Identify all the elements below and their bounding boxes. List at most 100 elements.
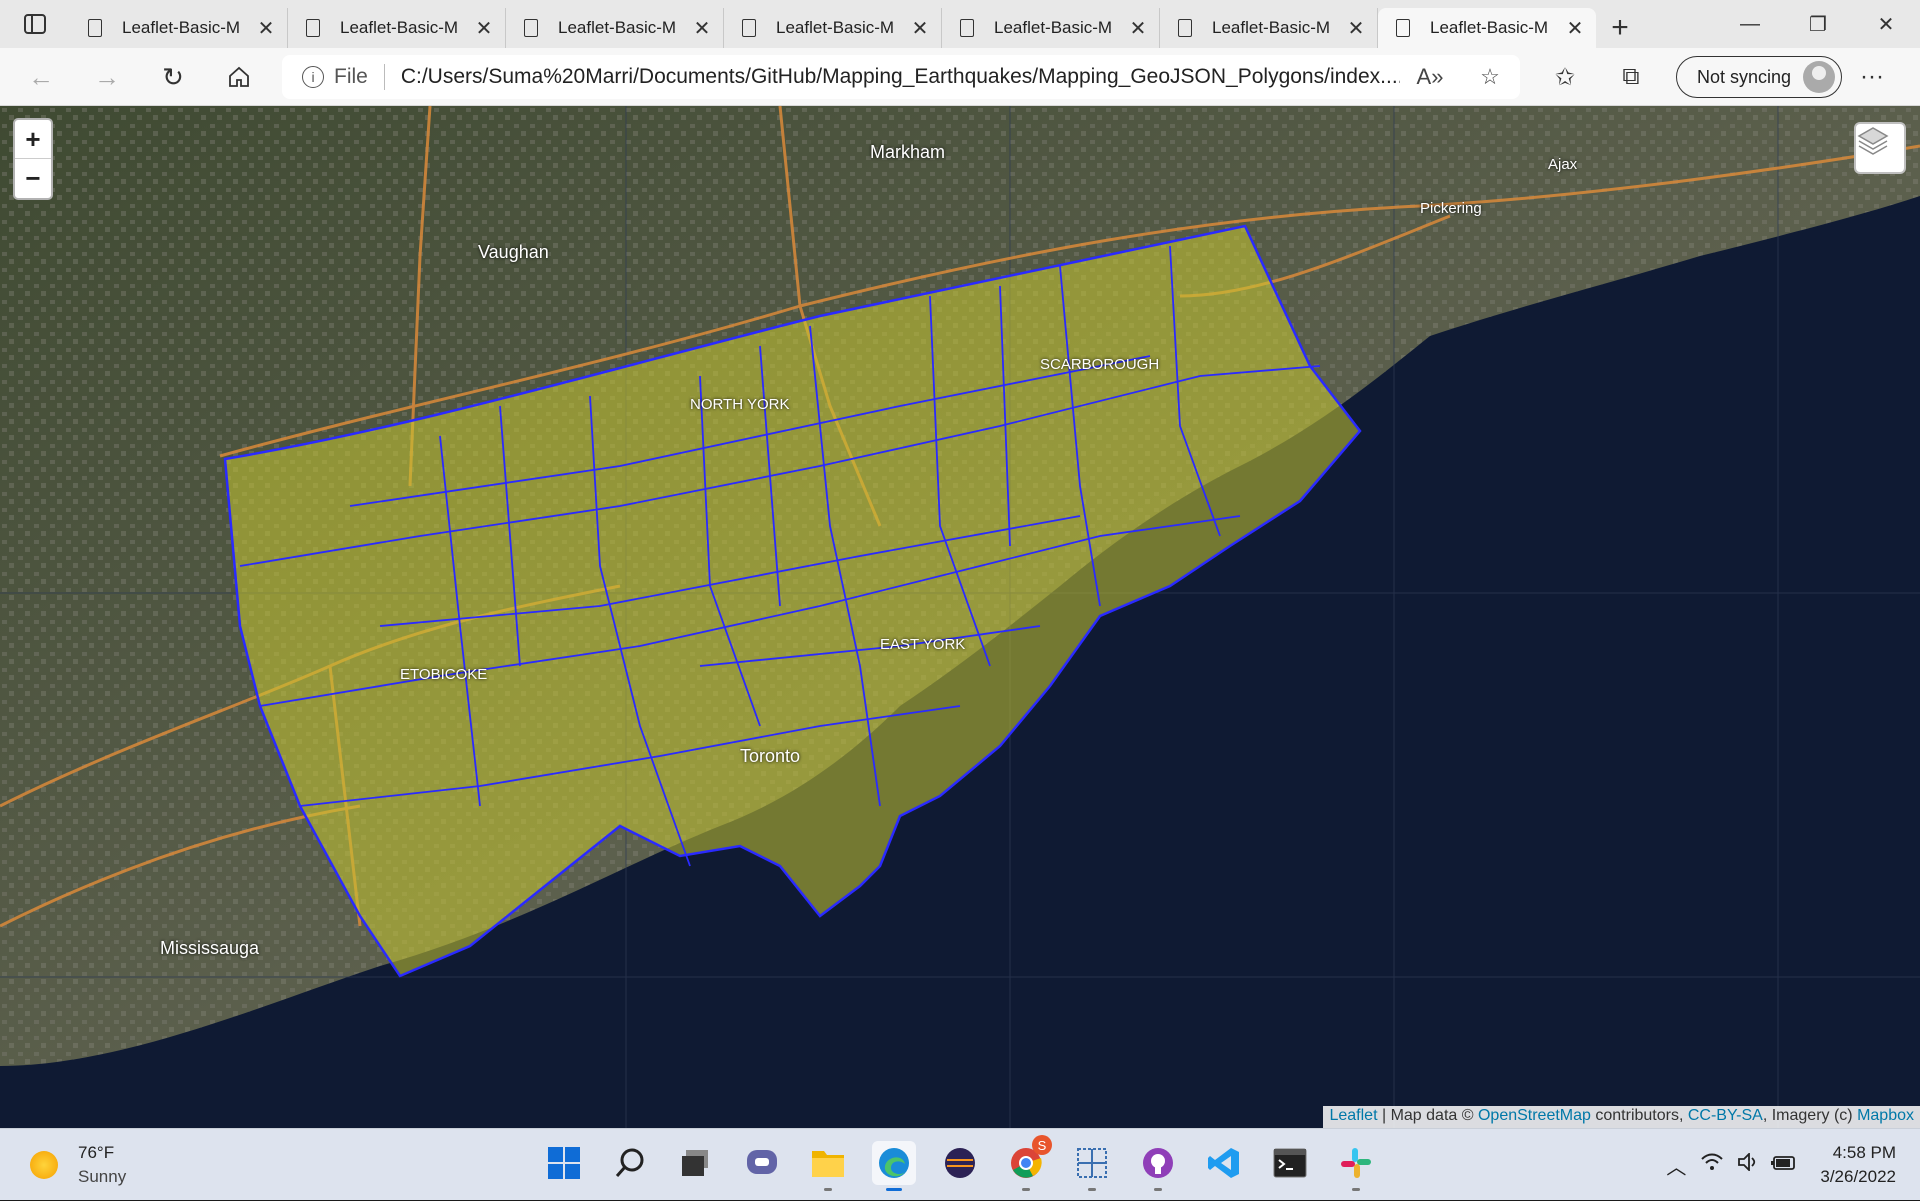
- tab-title: Leaflet-Basic-M: [1212, 18, 1331, 37]
- map-label-vaughan: Vaughan: [478, 242, 549, 262]
- browser-tab[interactable]: Leaflet-Basic-M ✕: [724, 8, 942, 48]
- home-icon: [229, 66, 249, 87]
- system-tray: ︿ 4:58 PM 3/26/2022: [1658, 1129, 1920, 1201]
- teams-chat-icon[interactable]: [740, 1141, 784, 1185]
- wifi-icon[interactable]: [1694, 1153, 1730, 1177]
- attribution-text: | Map data ©: [1377, 1107, 1478, 1124]
- battery-icon[interactable]: [1766, 1154, 1802, 1177]
- map-label-pickering: Pickering: [1420, 200, 1482, 217]
- browser-tab[interactable]: Leaflet-Basic-M ✕: [288, 8, 506, 48]
- refresh-button[interactable]: ↻: [142, 48, 204, 106]
- close-tab-icon[interactable]: ✕: [909, 16, 931, 41]
- minimize-button[interactable]: —: [1716, 0, 1784, 48]
- chevron-up-icon[interactable]: ︿: [1658, 1151, 1694, 1180]
- tab-strip: Leaflet-Basic-M ✕ Leaflet-Basic-M ✕ Leafle…: [0, 0, 1920, 48]
- edge-icon[interactable]: [872, 1141, 916, 1191]
- map-label-markham: Markham: [870, 142, 946, 162]
- browser-tab[interactable]: Leaflet-Basic-M ✕: [1160, 8, 1378, 48]
- snipping-tool-icon[interactable]: [1070, 1141, 1114, 1191]
- browser-tab-active[interactable]: Leaflet-Basic-M ✕: [1378, 8, 1596, 48]
- window-controls: — ❐ ✕: [1716, 0, 1920, 48]
- vscode-icon[interactable]: [1202, 1141, 1246, 1185]
- collections-icon[interactable]: ⧉: [1598, 48, 1664, 106]
- running-indicator: [886, 1188, 902, 1191]
- map-label-toronto: Toronto: [740, 746, 801, 766]
- clock-time: 4:58 PM: [1832, 1143, 1896, 1162]
- back-button[interactable]: ←: [10, 48, 72, 106]
- terminal-icon[interactable]: [1268, 1141, 1312, 1185]
- close-tab-icon[interactable]: ✕: [255, 16, 277, 41]
- layers-control-button[interactable]: [1854, 122, 1906, 174]
- github-desktop-icon[interactable]: [1136, 1141, 1180, 1191]
- divider: [383, 64, 385, 90]
- url-text[interactable]: C:/Users/Suma%20Marri/Documents/GitHub/M…: [401, 65, 1400, 89]
- browser-toolbar: ← → ↻ i File C:/Users/Suma%20Marri/Docum…: [0, 48, 1920, 106]
- tab-actions-icon: [24, 14, 46, 34]
- scheme-label: File: [334, 65, 368, 88]
- slack-icon[interactable]: [1334, 1141, 1378, 1191]
- document-icon: [88, 19, 102, 37]
- profile-button[interactable]: Not syncing: [1676, 56, 1843, 98]
- map-label-east-york: EAST YORK: [880, 636, 966, 653]
- chrome-icon[interactable]: S: [1004, 1135, 1052, 1191]
- weather-widget[interactable]: 76°F Sunny: [30, 1143, 126, 1187]
- more-menu-icon[interactable]: ···: [1842, 63, 1902, 91]
- leaflet-map[interactable]: Markham Vaughan Toronto Mississauga Pick…: [0, 106, 1920, 1128]
- tab-title: Leaflet-Basic-M: [994, 18, 1113, 37]
- zoom-control: + −: [13, 118, 53, 200]
- restore-button[interactable]: ❐: [1784, 0, 1852, 48]
- leaflet-link[interactable]: Leaflet: [1329, 1107, 1377, 1124]
- browser-tab[interactable]: Leaflet-Basic-M ✕: [70, 8, 288, 48]
- site-info-icon[interactable]: i: [302, 66, 324, 88]
- task-view-icon[interactable]: [674, 1141, 718, 1185]
- osm-link[interactable]: OpenStreetMap: [1478, 1107, 1591, 1124]
- running-indicator: [824, 1188, 832, 1191]
- forward-button[interactable]: →: [76, 48, 138, 106]
- map-label-etobicoke: ETOBICOKE: [400, 666, 488, 683]
- taskbar: 76°F Sunny S ︿ 4:58 PM 3/26/2022: [0, 1128, 1920, 1200]
- document-icon: [960, 19, 974, 37]
- home-button[interactable]: [208, 48, 270, 106]
- zoom-out-button[interactable]: −: [15, 159, 51, 198]
- avatar: [1803, 61, 1836, 93]
- document-icon: [742, 19, 756, 37]
- document-icon: [1178, 19, 1192, 37]
- search-icon[interactable]: [608, 1141, 652, 1185]
- zoom-in-button[interactable]: +: [15, 120, 51, 159]
- volume-icon[interactable]: [1730, 1151, 1766, 1177]
- add-favorite-icon[interactable]: ☆: [1460, 64, 1520, 90]
- browser-tab[interactable]: Leaflet-Basic-M ✕: [506, 8, 724, 48]
- sync-status: Not syncing: [1697, 66, 1792, 87]
- close-tab-icon[interactable]: ✕: [1127, 16, 1149, 41]
- clock-date: 3/26/2022: [1820, 1167, 1896, 1186]
- document-icon: [524, 19, 538, 37]
- running-indicator: [1352, 1188, 1360, 1191]
- document-icon: [1396, 19, 1410, 37]
- license-link[interactable]: CC-BY-SA: [1688, 1107, 1763, 1124]
- close-window-button[interactable]: ✕: [1852, 0, 1920, 48]
- close-tab-icon[interactable]: ✕: [1345, 16, 1367, 41]
- address-bar[interactable]: i File C:/Users/Suma%20Marri/Documents/G…: [282, 55, 1520, 99]
- running-indicator: [1022, 1188, 1030, 1191]
- running-indicator: [1154, 1188, 1162, 1191]
- read-aloud-icon[interactable]: A»: [1400, 64, 1460, 90]
- new-tab-button[interactable]: +: [1596, 8, 1644, 48]
- close-tab-icon[interactable]: ✕: [473, 16, 495, 41]
- close-tab-icon[interactable]: ✕: [1564, 16, 1586, 41]
- mapbox-link[interactable]: Mapbox: [1857, 1107, 1914, 1124]
- favorites-icon[interactable]: ✩: [1532, 48, 1598, 106]
- document-icon: [306, 19, 320, 37]
- file-explorer-icon[interactable]: [806, 1141, 850, 1191]
- eclipse-icon[interactable]: [938, 1141, 982, 1185]
- browser-tab[interactable]: Leaflet-Basic-M ✕: [942, 8, 1160, 48]
- layers-icon: [1857, 127, 1889, 155]
- tab-actions-button[interactable]: [0, 0, 70, 48]
- profile-badge: S: [1032, 1135, 1052, 1155]
- clock[interactable]: 4:58 PM 3/26/2022: [1802, 1141, 1920, 1189]
- running-indicator: [1088, 1188, 1096, 1191]
- start-icon[interactable]: [542, 1141, 586, 1185]
- tab-title: Leaflet-Basic-M: [776, 18, 895, 37]
- close-tab-icon[interactable]: ✕: [691, 16, 713, 41]
- tab-title: Leaflet-Basic-M: [122, 18, 241, 37]
- tab-title: Leaflet-Basic-M: [340, 18, 459, 37]
